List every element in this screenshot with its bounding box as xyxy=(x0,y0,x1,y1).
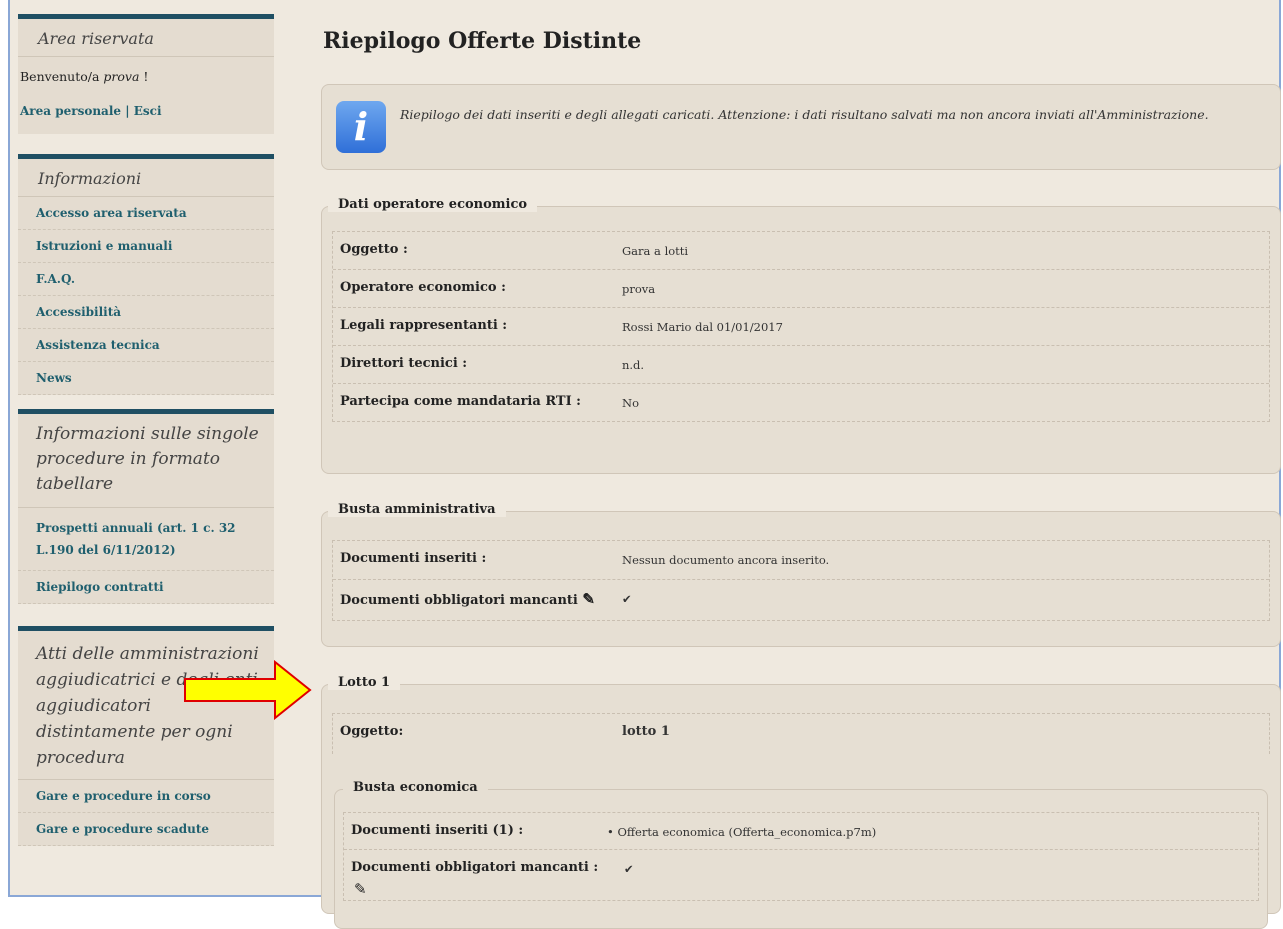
info-message: i Riepilogo dei dati inseriti e degli al… xyxy=(321,84,1281,170)
sidebar-item-accessibilita[interactable]: Accessibilità xyxy=(18,296,274,329)
table-row: Documenti obbligatori mancanti ✎ ✔ xyxy=(340,590,632,608)
info-message-text: Riepilogo dei dati inseriti e degli alle… xyxy=(400,107,1209,122)
pencil-icon: ✎ xyxy=(582,590,595,608)
economic-envelope: Busta economica Documenti inseriti (1) :… xyxy=(334,780,1268,929)
main-content: Riepilogo Offerte Distinte i Riepilogo d… xyxy=(321,0,1281,929)
table-row: Documenti inseriti : Nessun documento an… xyxy=(333,541,1269,580)
logout-link[interactable]: Esci xyxy=(134,104,162,118)
page-title: Riepilogo Offerte Distinte xyxy=(323,28,642,54)
table-row: Operatore economico : prova xyxy=(333,270,1269,308)
table-row: Partecipa come mandataria RTI : No xyxy=(340,394,639,410)
sidebar-item-assistenza[interactable]: Assistenza tecnica xyxy=(18,329,274,362)
highlight-arrow-icon xyxy=(184,660,312,720)
sidebar-item-riepilogo-contratti[interactable]: Riepilogo contratti xyxy=(18,571,274,604)
sidebar-item-prospetti[interactable]: Prospetti annuali (art. 1 c. 32 L.190 de… xyxy=(18,508,274,571)
personal-area-link[interactable]: Area personale xyxy=(20,104,121,118)
table-row: Documenti inseriti (1) : • Offerta econo… xyxy=(344,813,1258,850)
info-title: Informazioni xyxy=(18,159,274,197)
reserved-area-box: Area riservata Benvenuto/a prova ! Area … xyxy=(18,14,274,134)
economic-rows: Documenti inseriti (1) : • Offerta econo… xyxy=(343,812,1259,901)
operator-legend: Dati operatore economico xyxy=(328,197,538,212)
procedures-box: Informazioni sulle singole procedure in … xyxy=(18,409,274,604)
check-icon: ✔ xyxy=(622,592,632,606)
lot-rows: Oggetto: lotto 1 xyxy=(332,713,1270,754)
operator-rows: Oggetto : Gara a lotti Operatore economi… xyxy=(332,231,1270,422)
document-item[interactable]: • Offerta economica (Offerta_economica.p… xyxy=(607,825,876,839)
table-row: Oggetto: lotto 1 xyxy=(340,724,670,739)
operator-section: Dati operatore economico Oggetto : Gara … xyxy=(321,197,1281,474)
welcome-text: Benvenuto/a prova ! xyxy=(20,69,149,84)
sidebar-item-istruzioni[interactable]: Istruzioni e manuali xyxy=(18,230,274,263)
admin-rows: Documenti inseriti : Nessun documento an… xyxy=(332,540,1270,621)
sidebar-item-accesso[interactable]: Accesso area riservata xyxy=(18,197,274,230)
sidebar-item-news[interactable]: News xyxy=(18,362,274,395)
info-box-sidebar: Informazioni Accesso area riservata Istr… xyxy=(18,154,274,395)
table-row: Documenti obbligatori mancanti : ✔ ✎ xyxy=(351,860,634,898)
pencil-icon: ✎ xyxy=(354,880,367,898)
info-icon: i xyxy=(336,101,386,153)
admin-legend: Busta amministrativa xyxy=(328,502,506,517)
reserved-area-title: Area riservata xyxy=(18,19,274,57)
check-icon: ✔ xyxy=(624,862,634,876)
table-row: Direttori tecnici : n.d. xyxy=(333,346,1269,384)
sidebar-item-gare-in-corso[interactable]: Gare e procedure in corso xyxy=(18,780,274,813)
table-row: Oggetto : Gara a lotti xyxy=(333,232,1269,270)
lot-legend: Lotto 1 xyxy=(328,675,401,690)
lot-section: Lotto 1 Oggetto: lotto 1 Busta economica… xyxy=(321,675,1281,929)
acts-box: Atti delle amministrazioni aggiudicatric… xyxy=(18,626,274,846)
procedures-title: Informazioni sulle singole procedure in … xyxy=(18,414,274,508)
welcome-user: prova xyxy=(103,69,140,84)
table-row: Legali rappresentanti : Rossi Mario dal … xyxy=(333,308,1269,346)
sidebar-item-faq[interactable]: F.A.Q. xyxy=(18,263,274,296)
account-links: Area personale | Esci xyxy=(20,104,162,118)
admin-envelope-section: Busta amministrativa Documenti inseriti … xyxy=(321,502,1281,647)
economic-legend: Busta economica xyxy=(343,780,488,795)
sidebar-item-gare-scadute[interactable]: Gare e procedure scadute xyxy=(18,813,274,846)
